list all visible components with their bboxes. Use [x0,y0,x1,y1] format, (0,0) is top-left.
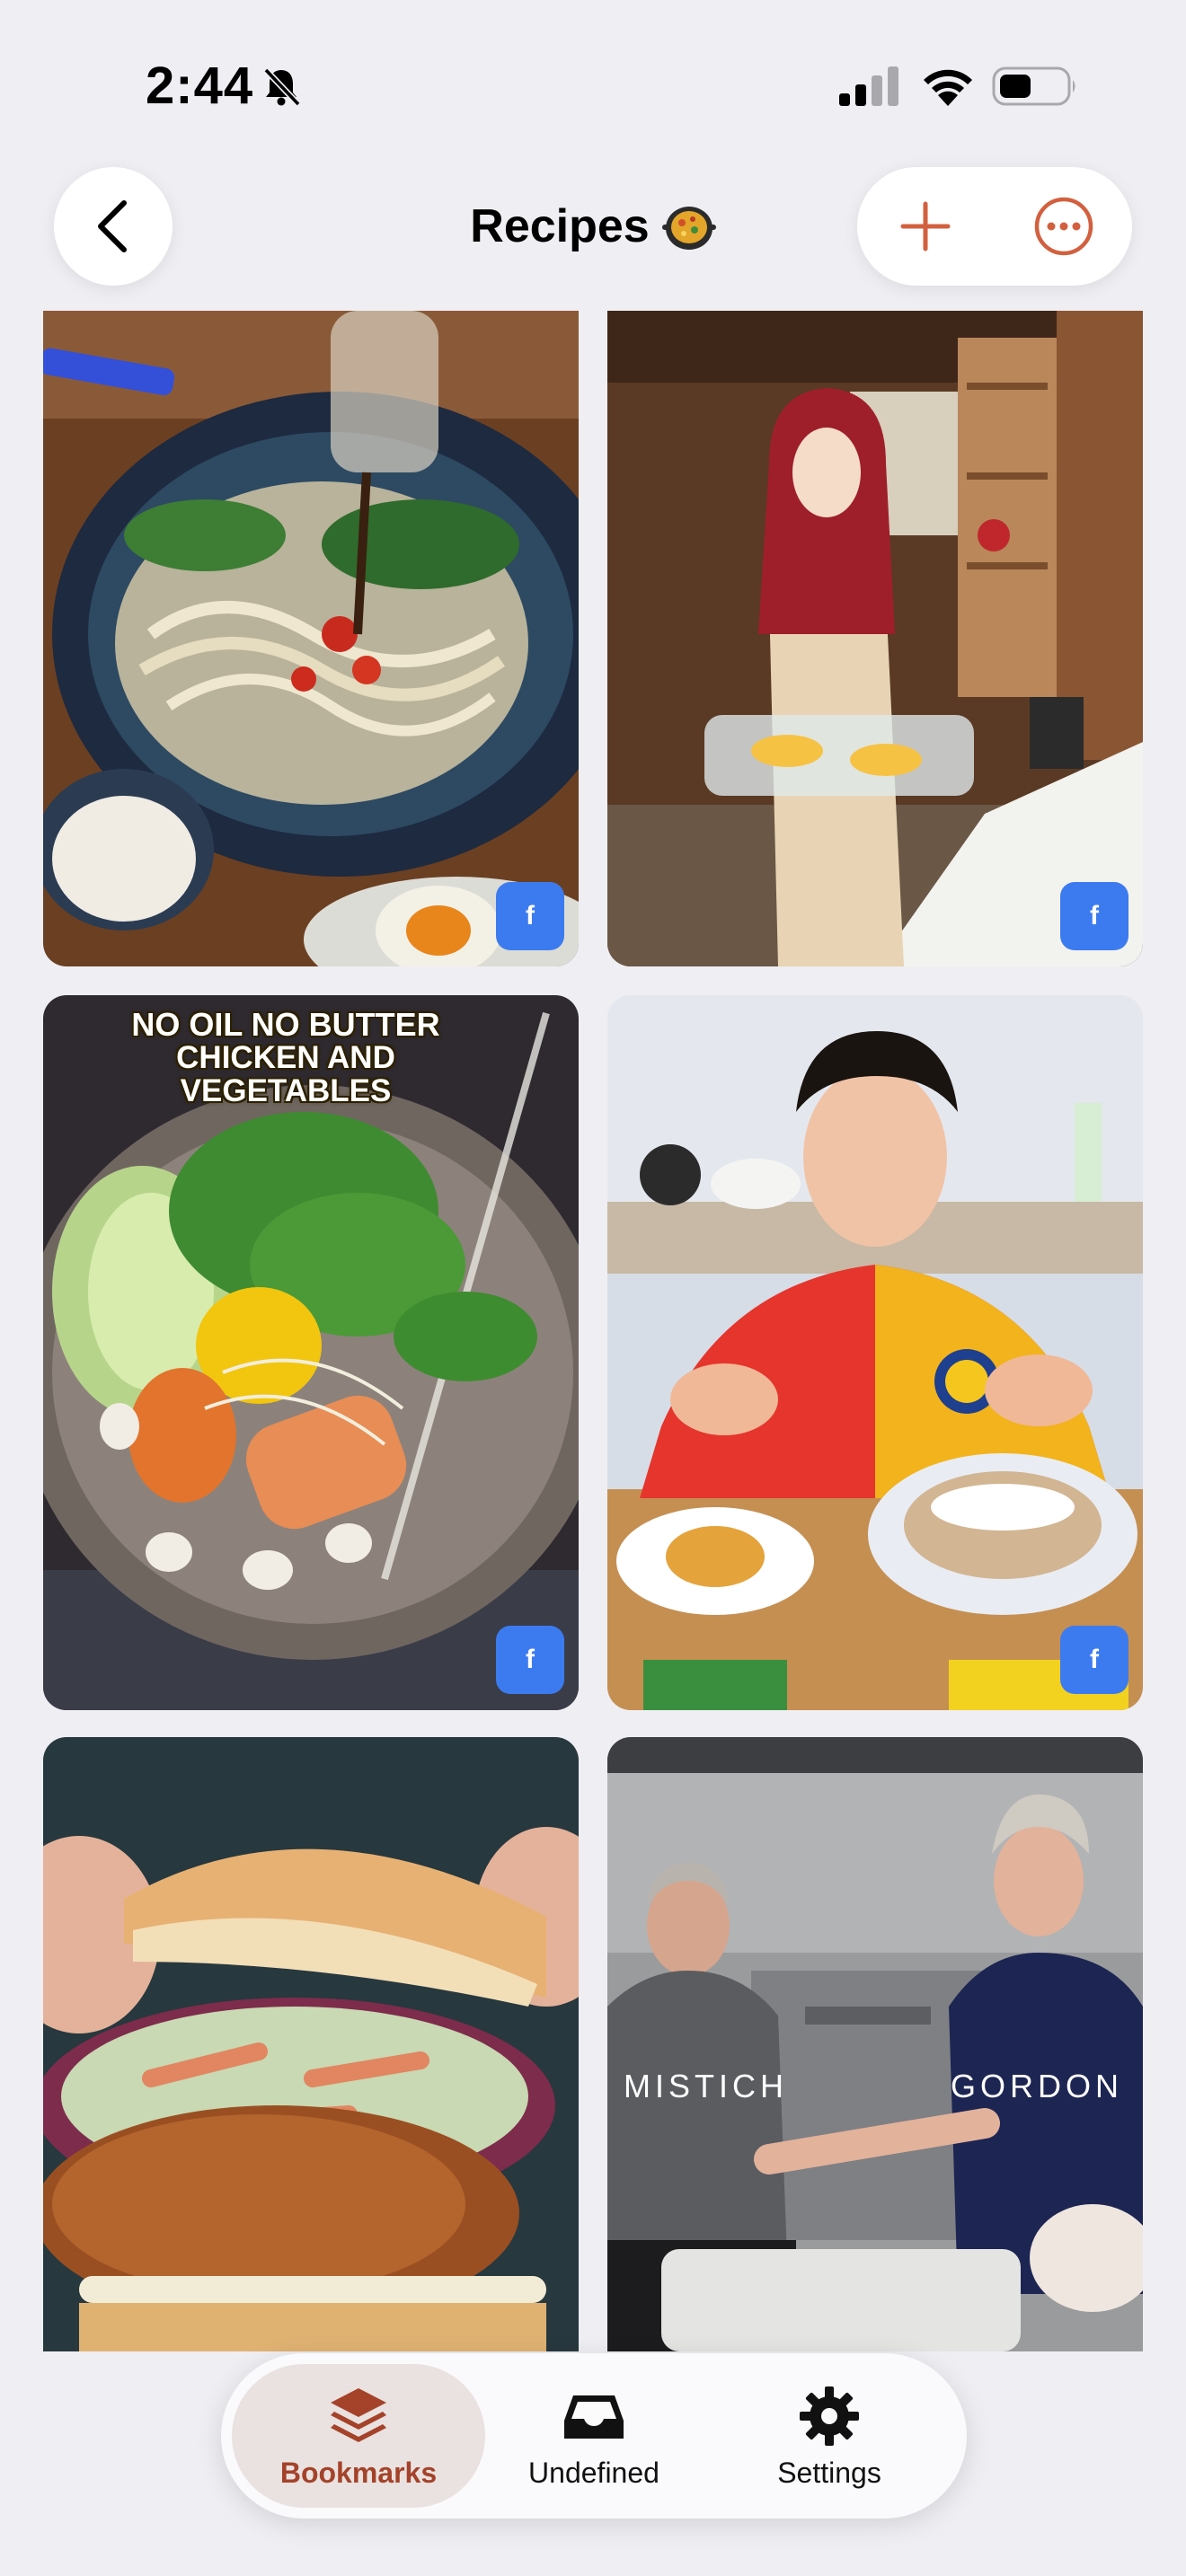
bell-slash-icon [263,67,301,107]
recipe-card-1[interactable]: f [43,311,579,966]
paella-pan-emoji [661,207,716,250]
tray-icon [564,2395,624,2439]
tab-undefined-label: Undefined [528,2456,659,2489]
tab-bookmarks-label: Bookmarks [279,2456,438,2489]
woman-holding-fish-tray-photo [607,311,1143,966]
tab-bar: Bookmarks Undefined Settings [221,2353,967,2519]
facebook-source-badge: f [1060,1626,1128,1694]
two-chefs-kitchen-photo [607,1737,1143,2351]
stack-layers-icon [331,2387,386,2442]
man-presenting-dishes-photo [607,995,1143,1710]
ellipsis-circle-icon [1034,197,1093,256]
facebook-source-badge: f [496,1626,564,1694]
chevron-left-icon [98,200,127,252]
fried-chicken-burger-photo [43,1737,579,2351]
page-title-text: Recipes [470,200,650,252]
tab-settings-label: Settings [777,2456,881,2489]
facebook-source-badge: f [496,882,564,950]
status-bar: 2:44 [0,0,1186,162]
add-button[interactable] [893,194,958,259]
tab-settings[interactable]: Settings [703,2364,956,2508]
caption-line-2: CHICKEN AND VEGETABLES [176,1039,395,1108]
more-options-button[interactable] [1031,194,1096,259]
recipe-card-6[interactable]: MISTICH GORDON [607,1737,1143,2351]
plus-icon [900,201,951,251]
recipe-card-3[interactable]: NO OIL NO BUTTER CHICKEN AND VEGETABLES … [43,995,579,1710]
recipe-card-2[interactable]: f [607,311,1143,966]
status-time: 2:44 [146,57,254,115]
tab-undefined[interactable]: Undefined [467,2364,721,2508]
facebook-source-badge: f [1060,882,1128,950]
gear-icon [800,2386,859,2446]
recipe-card-4[interactable]: f [607,995,1143,1710]
tab-bookmarks[interactable]: Bookmarks [232,2364,485,2508]
page-title: Recipes [395,189,791,264]
recipe-card-5[interactable] [43,1737,579,2351]
caption-line-1: NO OIL NO BUTTER [131,1006,440,1043]
noodle-soup-photo [43,311,579,966]
card-caption: NO OIL NO BUTTER CHICKEN AND VEGETABLES [79,1008,492,1107]
back-button[interactable] [54,167,173,286]
header-actions [857,167,1132,286]
chef-name-left: MISTICH [624,2068,788,2104]
cellular-signal-icon [839,66,898,106]
chef-name-right: GORDON [951,2068,1123,2104]
wifi-icon [924,69,972,106]
battery-icon [992,66,1075,106]
